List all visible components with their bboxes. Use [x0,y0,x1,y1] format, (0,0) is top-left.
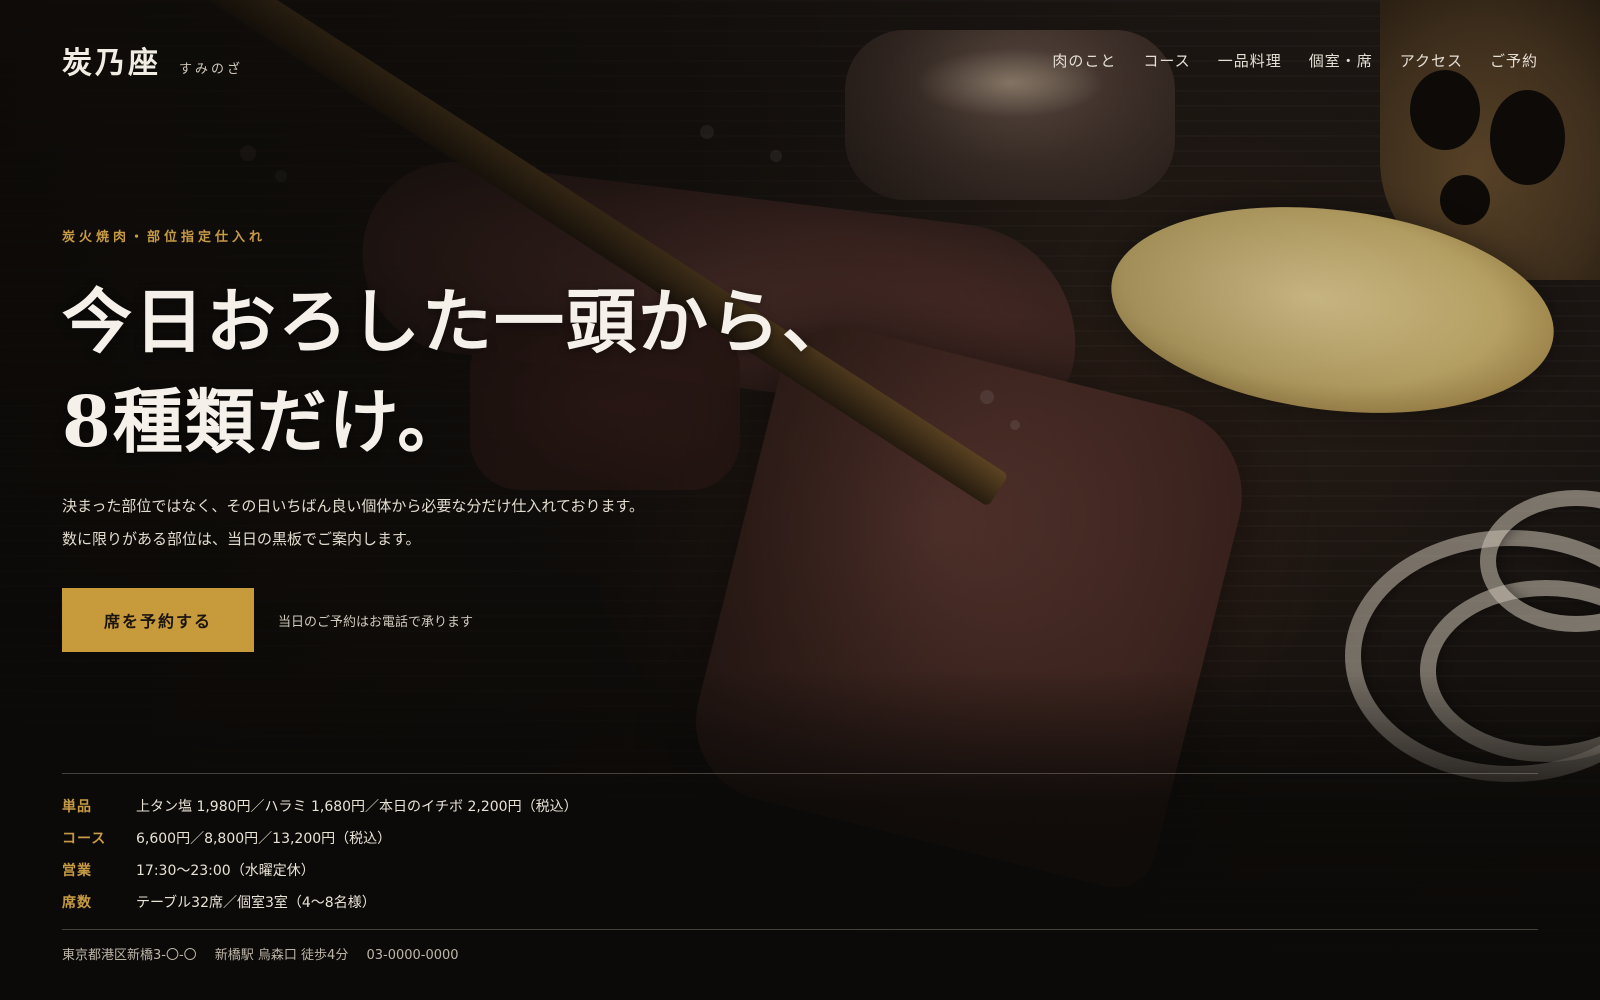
main-nav: 肉のこと コース 一品料理 個室・席 アクセス ご予約 [1052,50,1538,71]
footer-station: 新橋駅 烏森口 徒歩4分 [214,948,349,963]
nav-item-meat[interactable]: 肉のこと [1052,50,1116,71]
info-row: 単品 上タン塩 1,980円／ハラミ 1,680円／本日のイチボ 2,200円（… [62,790,578,822]
info-table: 単品 上タン塩 1,980円／ハラミ 1,680円／本日のイチボ 2,200円（… [62,790,578,918]
site-header: 炭乃座 すみのざ 肉のこと コース 一品料理 個室・席 アクセス ご予約 [62,38,1538,82]
hero-lead-line: 決まった部位ではなく、その日いちばん良い個体から必要な分だけ仕入れております。 [62,497,645,515]
hero-eyebrow: 炭火焼肉・部位指定仕入れ [62,230,267,245]
nav-item-a-la-carte[interactable]: 一品料理 [1218,50,1282,71]
info-label: コース [62,831,107,847]
info-value: 上タン塩 1,980円／ハラミ 1,680円／本日のイチボ 2,200円（税込） [136,799,578,815]
footer-info: 東京都港区新橋3-〇-〇 新橋駅 烏森口 徒歩4分 03-0000-0000 [62,944,459,963]
nav-item-access[interactable]: アクセス [1400,50,1463,71]
nav-item-reservation[interactable]: ご予約 [1490,50,1538,71]
nav-item-course[interactable]: コース [1143,50,1190,71]
hero-headline-line: 8種類だけ。 [62,380,470,463]
cta-note: 当日のご予約はお電話で承ります [278,614,474,630]
info-row: 営業 17:30〜23:00（水曜定休） [62,854,578,886]
info-label: 単品 [62,799,92,815]
info-value: テーブル32席／個室3室（4〜8名様） [136,895,376,911]
footer-address: 東京都港区新橋3-〇-〇 [62,948,197,963]
info-value: 6,600円／8,800円／13,200円（税込） [136,831,392,847]
divider [62,929,1538,930]
info-row: コース 6,600円／8,800円／13,200円（税込） [62,822,578,854]
footer-phone-link[interactable]: 03-0000-0000 [366,948,458,963]
hero-lead-line: 数に限りがある部位は、当日の黒板でご案内します。 [62,530,421,548]
hero-headline: 今日おろした一頭から、 8種類だけ。 [62,272,854,472]
divider [62,773,1538,774]
cta-row: 席を予約する 当日のご予約はお電話で承ります [62,588,473,652]
reserve-button[interactable]: 席を予約する [62,588,254,652]
site-logo[interactable]: 炭乃座 すみのざ [62,38,243,82]
hero-lead: 決まった部位ではなく、その日いちばん良い個体から必要な分だけ仕入れております。 … [62,490,644,556]
info-value: 17:30〜23:00（水曜定休） [136,863,315,879]
info-label: 席数 [62,895,92,911]
info-row: 席数 テーブル32席／個室3室（4〜8名様） [62,886,578,918]
info-label: 営業 [62,863,92,879]
nav-item-seats[interactable]: 個室・席 [1309,50,1373,71]
hero-headline-line: 今日おろした一頭から、 [62,280,854,363]
logo-wordmark: 炭乃座 [62,46,161,81]
logo-reading: すみのざ [179,62,244,77]
